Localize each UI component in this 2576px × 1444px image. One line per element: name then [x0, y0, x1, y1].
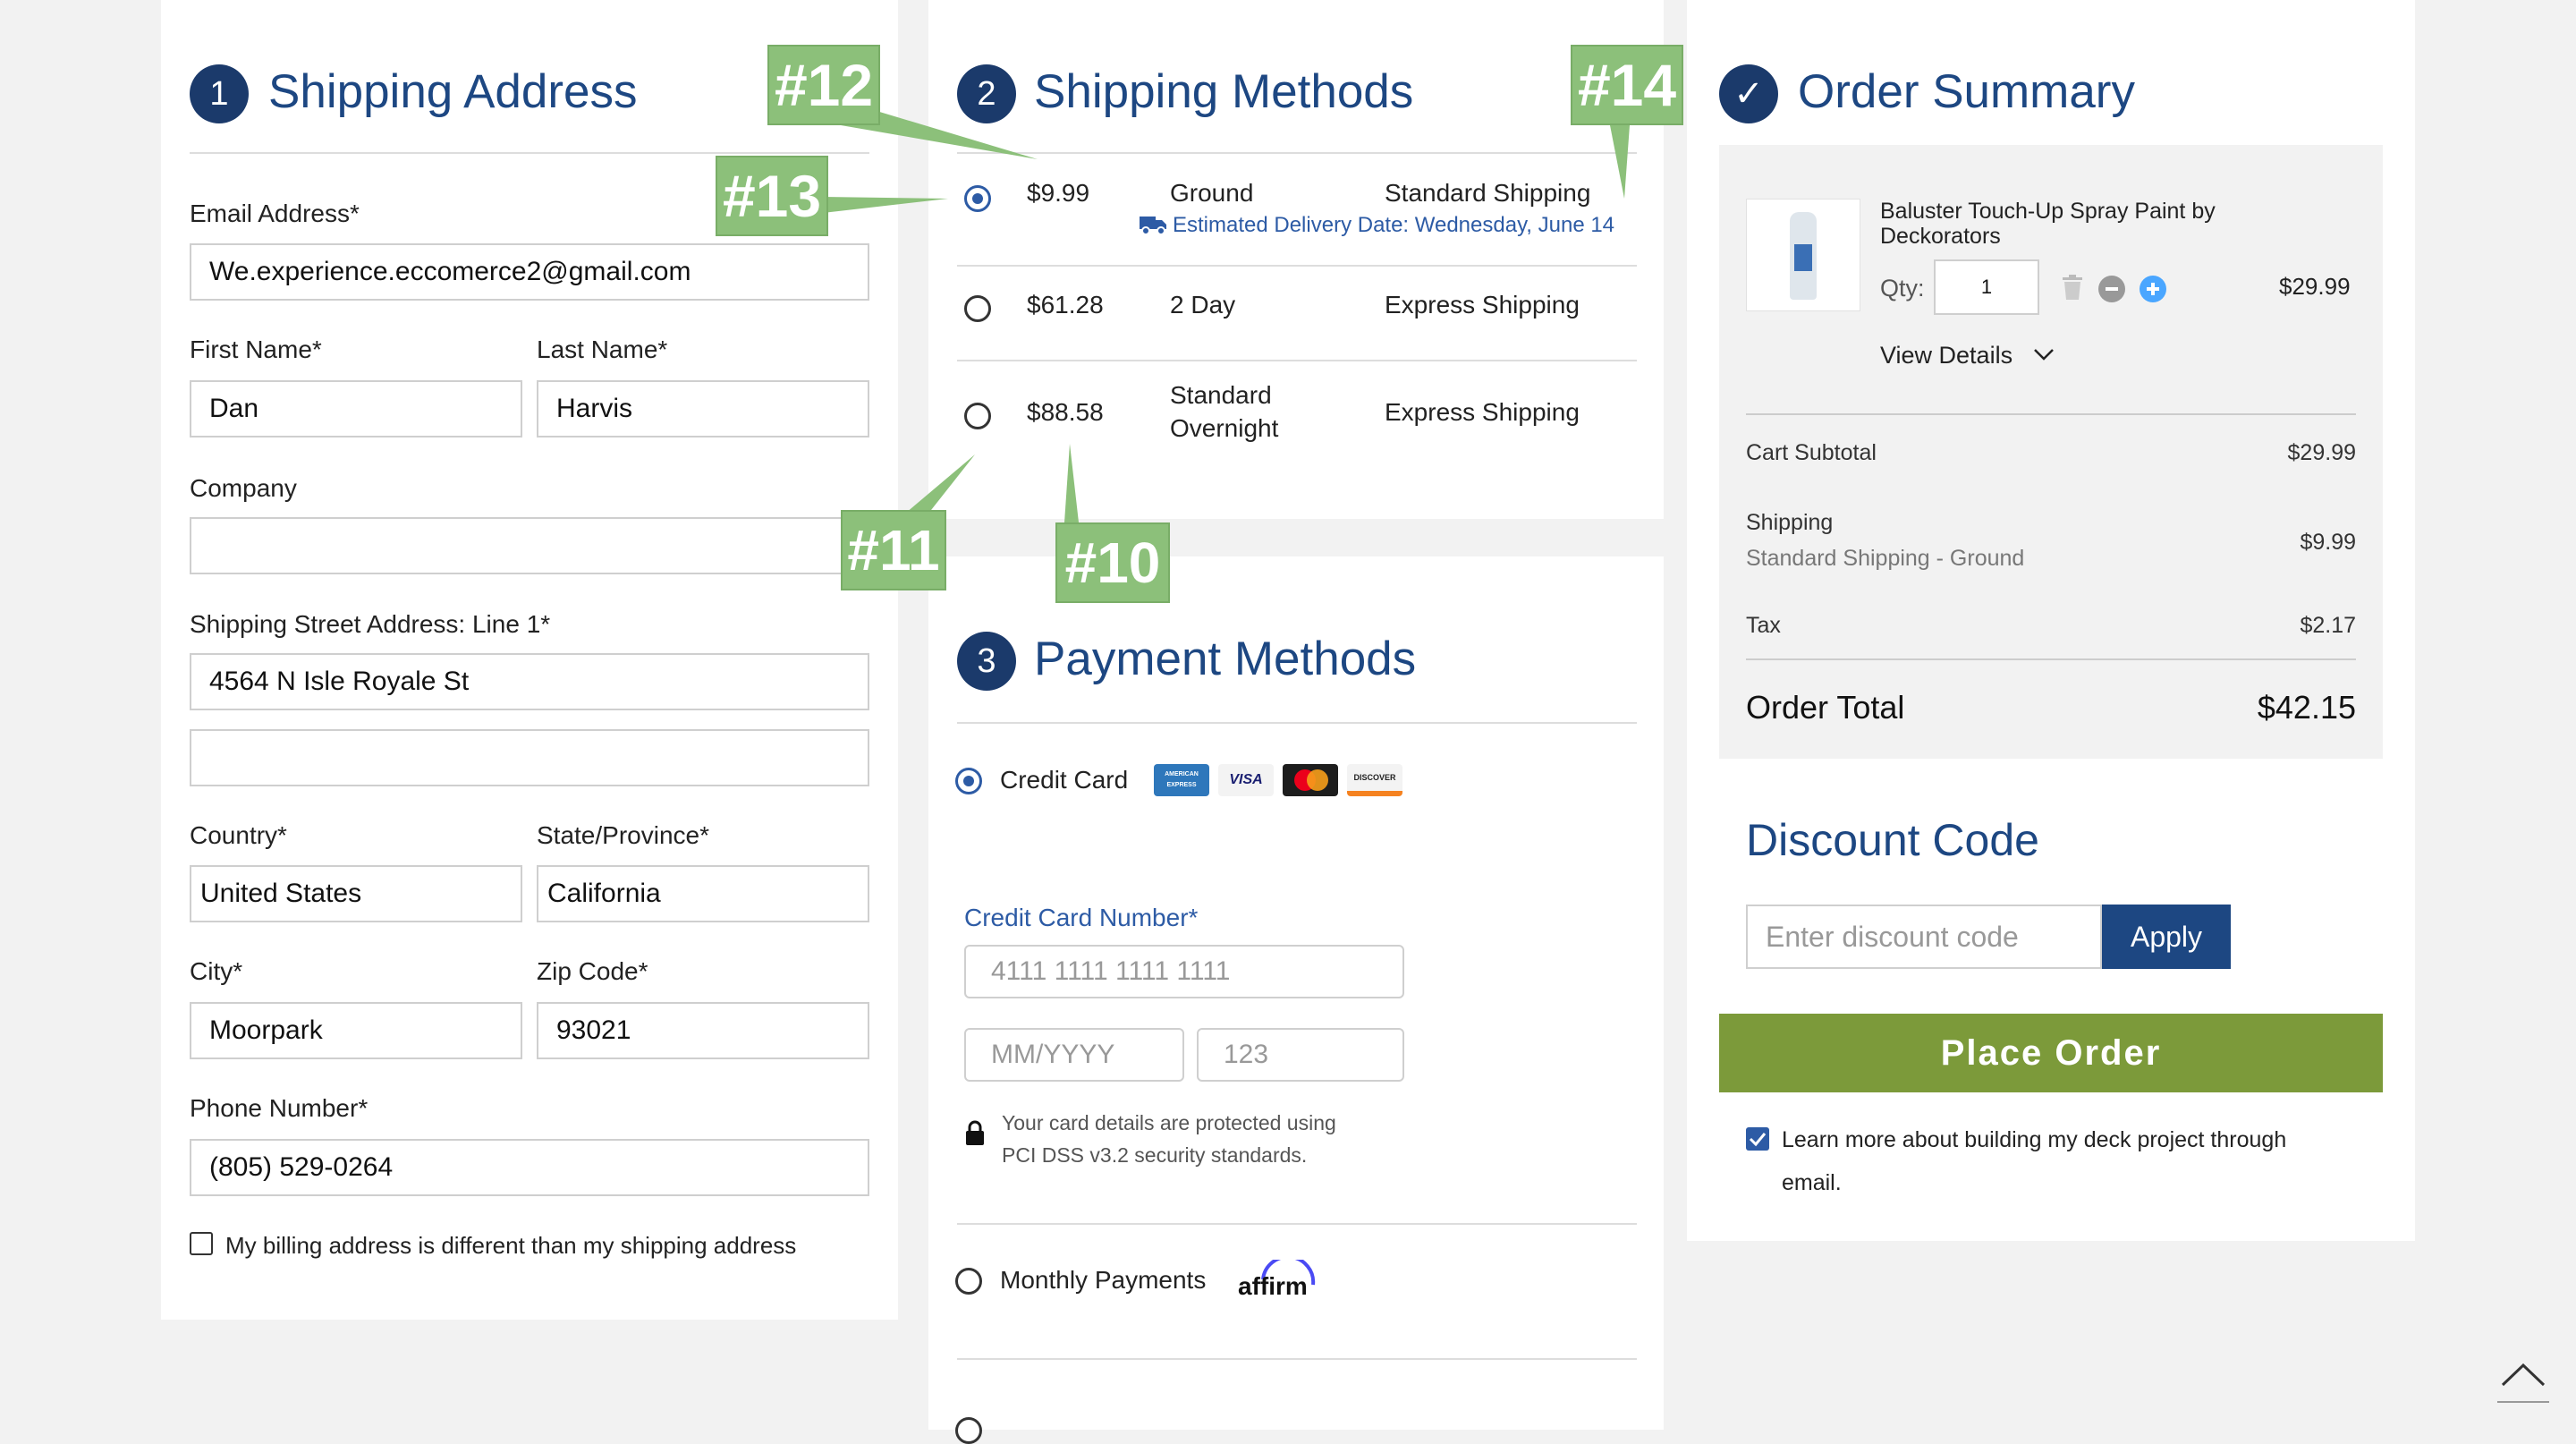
callout-10: #10	[1055, 522, 1170, 603]
callout-12: #12	[767, 45, 880, 125]
callout-13: #13	[716, 156, 828, 236]
callout-14: #14	[1571, 45, 1683, 125]
callout-pointers	[823, 100, 1630, 522]
callout-11: #11	[841, 510, 946, 590]
